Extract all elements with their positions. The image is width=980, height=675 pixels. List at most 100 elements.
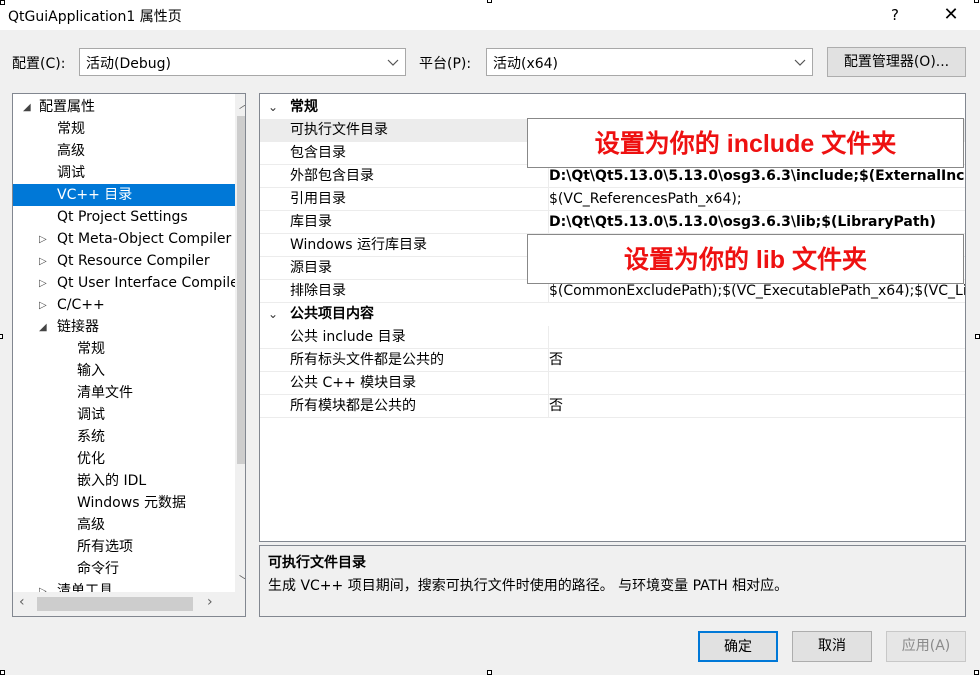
property-name: 排除目录 <box>290 283 346 299</box>
collapse-icon[interactable]: ◢ <box>23 97 31 119</box>
cancel-button[interactable]: 取消 <box>792 631 872 662</box>
category-general[interactable]: ⌄ 常规 <box>260 96 965 119</box>
chevron-down-icon <box>387 59 399 66</box>
platform-value: 活动(x64) <box>493 56 559 72</box>
scroll-right-icon[interactable]: › <box>207 594 213 610</box>
title-bar: QtGuiApplication1 属性页 ? ✕ <box>0 0 980 30</box>
tree-item[interactable]: 常规 <box>13 338 235 360</box>
property-value[interactable]: 否 <box>548 349 965 372</box>
include-annotation: 设置为你的 include 文件夹 <box>527 118 964 168</box>
tree-item[interactable]: 高级 <box>13 514 235 536</box>
tree-item[interactable]: ▷ C/C++ <box>13 294 235 316</box>
tree-item-label: 所有选项 <box>77 539 133 555</box>
apply-button[interactable]: 应用(A) <box>886 631 966 662</box>
tree-item[interactable]: 嵌入的 IDL <box>13 470 235 492</box>
tree-item-label: 常规 <box>77 341 105 357</box>
tree-item[interactable]: VC++ 目录 <box>13 184 235 206</box>
collapse-icon[interactable]: ⌄ <box>268 303 278 326</box>
scroll-left-icon[interactable]: ‹ <box>19 594 25 610</box>
scroll-thumb[interactable] <box>37 597 193 611</box>
property-value[interactable]: D:\Qt\Qt5.13.0\5.13.0\osg3.6.3\lib;$(Lib… <box>548 211 965 234</box>
property-value[interactable] <box>548 326 965 349</box>
tree-item-label: 调试 <box>57 165 85 181</box>
property-row[interactable]: 库目录 D:\Qt\Qt5.13.0\5.13.0\osg3.6.3\lib;$(… <box>260 211 965 234</box>
tree-item[interactable]: 命令行 <box>13 558 235 580</box>
property-name: 包含目录 <box>290 145 346 161</box>
tree-item-label: 链接器 <box>57 319 99 335</box>
platform-combo[interactable]: 活动(x64) <box>486 48 813 76</box>
help-button[interactable]: ? <box>884 4 906 26</box>
tree-item[interactable]: ▷ Qt User Interface Compiler <box>13 272 244 295</box>
tree-item[interactable]: 清单文件 <box>13 382 235 404</box>
description-panel: 可执行文件目录 生成 VC++ 项目期间，搜索可执行文件时使用的路径。 与环境变… <box>259 545 966 617</box>
expand-icon[interactable]: ▷ <box>39 251 47 273</box>
expand-icon[interactable]: ▷ <box>39 273 47 295</box>
property-row[interactable]: 公共 C++ 模块目录 <box>260 372 965 395</box>
window-title: QtGuiApplication1 属性页 <box>8 9 182 25</box>
property-name: 外部包含目录 <box>290 168 374 184</box>
property-name: 库目录 <box>290 214 332 230</box>
config-manager-button[interactable]: 配置管理器(O)... <box>827 47 966 77</box>
config-combo[interactable]: 活动(Debug) <box>79 48 406 76</box>
tree-item-label: 调试 <box>77 407 105 423</box>
tree-item-label: 高级 <box>77 517 105 533</box>
tree-item-label: Qt Resource Compiler <box>57 253 210 269</box>
tree-item-label: 优化 <box>77 451 105 467</box>
tree-item[interactable]: 调试 <box>13 162 235 184</box>
resize-handle <box>487 670 492 675</box>
resize-handle <box>0 0 5 5</box>
resize-handle <box>975 334 980 339</box>
property-name: 公共 include 目录 <box>290 329 406 345</box>
tree-item[interactable]: 调试 <box>13 404 235 426</box>
tree-item[interactable]: Windows 元数据 <box>13 492 235 514</box>
tree-item[interactable]: Qt Project Settings <box>13 206 235 228</box>
property-tree: ◢ 配置属性 常规 高级 调试 VC++ 目录 Qt Project Settings ▷ Qt… <box>12 93 246 617</box>
property-name: 公共 C++ 模块目录 <box>290 375 417 391</box>
property-value[interactable]: $(VC_ReferencesPath_x64); <box>548 188 965 211</box>
expand-icon[interactable]: ▷ <box>39 295 47 317</box>
tree-item-label: 嵌入的 IDL <box>77 473 147 489</box>
tree-item[interactable]: 输入 <box>13 360 235 382</box>
tree-item-label: VC++ 目录 <box>57 187 133 203</box>
property-value[interactable]: 否 <box>548 395 965 418</box>
tree-item-label: Windows 元数据 <box>77 495 186 511</box>
property-name: 可执行文件目录 <box>290 122 388 138</box>
property-name: Windows 运行库目录 <box>290 237 427 253</box>
tree-item-label: 配置属性 <box>39 99 95 115</box>
property-value[interactable] <box>548 372 965 395</box>
close-button[interactable]: ✕ <box>936 2 966 28</box>
tree-item-label: Qt User Interface Compiler <box>57 275 245 291</box>
tree-item[interactable]: 优化 <box>13 448 235 470</box>
property-name: 源目录 <box>290 260 332 276</box>
tree-item[interactable]: ◢ 链接器 <box>13 316 235 338</box>
tree-item[interactable]: 系统 <box>13 426 235 448</box>
tree-item[interactable]: ▷ Qt Meta-Object Compiler <box>13 228 235 250</box>
property-name: 引用目录 <box>290 191 346 207</box>
lib-annotation: 设置为你的 lib 文件夹 <box>527 234 964 284</box>
tree-item[interactable]: ▷ Qt Resource Compiler <box>13 250 235 272</box>
description-text: 生成 VC++ 项目期间，搜索可执行文件时使用的路径。 与环境变量 PATH 相… <box>268 578 789 594</box>
tree-item[interactable]: 所有选项 <box>13 536 235 558</box>
resize-handle <box>487 0 492 3</box>
collapse-icon[interactable]: ⌄ <box>268 96 278 119</box>
category-common[interactable]: ⌄ 公共项目内容 <box>260 303 965 326</box>
tree-vertical-scrollbar[interactable]: ︿ ﹀ <box>235 94 245 592</box>
expand-icon[interactable]: ▷ <box>39 229 47 251</box>
collapse-icon[interactable]: ◢ <box>39 317 47 339</box>
scroll-down-icon[interactable]: ﹀ <box>239 572 245 588</box>
tree-item[interactable]: 高级 <box>13 140 235 162</box>
tree-item[interactable]: ◢ 配置属性 <box>13 96 235 118</box>
ok-button[interactable]: 确定 <box>698 631 778 662</box>
config-value: 活动(Debug) <box>86 56 171 72</box>
property-name: 所有标头文件都是公共的 <box>290 352 444 368</box>
tree-item[interactable]: 常规 <box>13 118 235 140</box>
property-row[interactable]: 所有模块都是公共的 否 <box>260 395 965 418</box>
scroll-up-icon[interactable]: ︿ <box>239 96 245 112</box>
resize-handle <box>0 670 5 675</box>
property-row[interactable]: 引用目录 $(VC_ReferencesPath_x64); <box>260 188 965 211</box>
platform-label: 平台(P): <box>419 56 472 72</box>
scroll-thumb[interactable] <box>237 116 245 464</box>
tree-horizontal-scrollbar[interactable]: ‹ › <box>13 592 245 616</box>
property-row[interactable]: 所有标头文件都是公共的 否 <box>260 349 965 372</box>
property-row[interactable]: 公共 include 目录 <box>260 326 965 349</box>
